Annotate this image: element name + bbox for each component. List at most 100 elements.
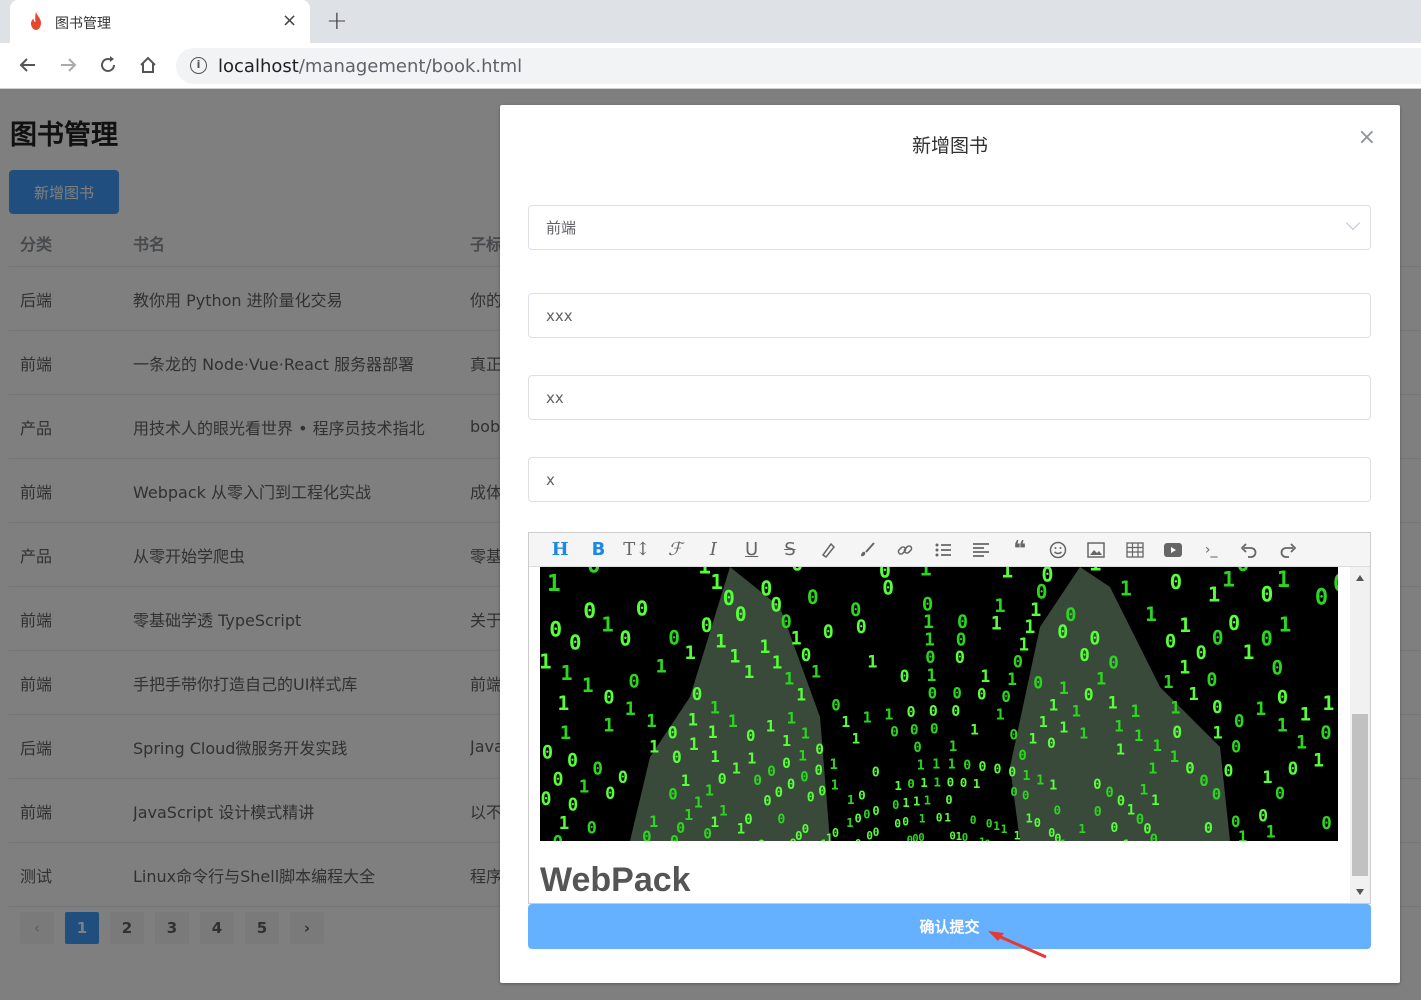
list-icon[interactable] (924, 533, 962, 567)
editor-content[interactable]: 0000100010001110101001100000100111000001… (529, 567, 1350, 903)
svg-text:0: 0 (1041, 567, 1053, 586)
font-family-icon[interactable]: ℱ (656, 533, 694, 567)
svg-text:1: 1 (1114, 717, 1123, 736)
svg-text:0: 0 (668, 627, 680, 650)
svg-text:0: 0 (1275, 784, 1285, 804)
svg-text:1: 1 (944, 812, 951, 825)
svg-text:1: 1 (1014, 830, 1021, 841)
brush-icon[interactable] (847, 533, 885, 567)
address-bar[interactable]: i localhost/management/book.html (176, 48, 1421, 84)
svg-text:0: 0 (815, 742, 824, 758)
svg-text:0: 0 (1199, 771, 1208, 790)
subtitle-input[interactable]: xx (528, 375, 1371, 420)
underline-icon[interactable]: U (732, 533, 770, 567)
svg-text:1: 1 (1179, 658, 1190, 679)
svg-text:1: 1 (1188, 685, 1199, 705)
svg-text:1: 1 (833, 567, 846, 569)
svg-text:0: 0 (873, 826, 880, 839)
code-icon[interactable]: ›_ (1192, 533, 1230, 567)
svg-text:0: 0 (951, 702, 960, 720)
info-icon[interactable]: i (190, 57, 207, 74)
svg-text:0: 0 (753, 773, 762, 789)
svg-text:0: 0 (977, 685, 986, 704)
svg-text:0: 0 (879, 567, 891, 582)
svg-text:1: 1 (1170, 699, 1180, 719)
svg-text:0: 0 (603, 686, 614, 708)
svg-text:1: 1 (603, 715, 614, 736)
svg-text:1: 1 (1208, 583, 1221, 607)
svg-text:0: 0 (791, 567, 804, 575)
scroll-up-icon[interactable] (1356, 575, 1364, 581)
chevron-down-icon (1345, 215, 1361, 231)
svg-text:0: 0 (1231, 737, 1241, 757)
svg-text:0: 0 (636, 597, 649, 621)
bold-icon[interactable]: B (579, 533, 617, 567)
svg-text:1: 1 (1047, 567, 1060, 569)
svg-text:0: 0 (763, 793, 771, 809)
dialog-close-icon[interactable]: × (1358, 125, 1376, 150)
svg-text:0: 0 (1140, 567, 1153, 568)
flame-icon (31, 12, 41, 30)
reload-icon[interactable] (96, 53, 120, 77)
new-tab-button[interactable]: + (326, 6, 348, 36)
author-input[interactable]: x (528, 457, 1371, 502)
svg-text:1: 1 (708, 723, 718, 742)
svg-text:1: 1 (1019, 635, 1030, 655)
table-icon[interactable] (1115, 533, 1153, 567)
url-path: /management/book.html (298, 56, 523, 77)
svg-text:0: 0 (802, 821, 810, 836)
redo-icon[interactable] (1269, 533, 1307, 567)
svg-text:0: 0 (1228, 611, 1240, 635)
editor-scrollbar[interactable] (1350, 567, 1370, 903)
link-icon[interactable] (886, 533, 924, 567)
back-icon[interactable] (16, 53, 40, 77)
emoji-icon[interactable] (1039, 533, 1077, 567)
svg-text:0: 0 (744, 812, 752, 828)
svg-text:1: 1 (973, 776, 981, 791)
tab-close-icon[interactable]: × (282, 10, 297, 31)
font-size-icon[interactable]: T↕ (618, 533, 656, 567)
home-icon[interactable] (136, 53, 160, 77)
highlight-icon[interactable] (809, 533, 847, 567)
svg-text:0: 0 (823, 622, 834, 643)
book-name-input[interactable]: xxx (528, 293, 1371, 338)
heading-icon[interactable]: H (541, 533, 579, 567)
url-text: localhost/management/book.html (218, 56, 522, 77)
submit-button[interactable]: 确认提交 (528, 904, 1371, 949)
forward-icon[interactable] (56, 53, 80, 77)
italic-icon[interactable]: I (694, 533, 732, 567)
image-icon[interactable] (1077, 533, 1115, 567)
svg-text:0: 0 (960, 775, 968, 790)
svg-text:1: 1 (1145, 603, 1157, 626)
svg-text:0: 0 (832, 826, 839, 840)
svg-text:0: 0 (956, 631, 967, 651)
svg-text:0: 0 (782, 756, 791, 772)
browser-tab[interactable]: 图书管理 × (10, 0, 310, 43)
align-icon[interactable] (962, 533, 1000, 567)
svg-text:1: 1 (1127, 802, 1135, 818)
svg-text:0: 0 (1170, 570, 1183, 594)
svg-text:0: 0 (928, 683, 937, 702)
strikethrough-icon[interactable]: S (771, 533, 809, 567)
rich-text-editor: H B T↕ ℱ I U S ❝ ›_ 0 0 0 1 0 0 1 0 0 1 … (528, 532, 1371, 904)
undo-icon[interactable] (1230, 533, 1268, 567)
svg-text:1: 1 (625, 699, 636, 720)
scroll-down-icon[interactable] (1356, 889, 1364, 895)
svg-text:0: 0 (1315, 585, 1328, 610)
svg-text:0: 0 (1261, 626, 1273, 650)
svg-text:1: 1 (811, 663, 821, 683)
svg-text:0: 0 (872, 765, 880, 780)
svg-text:1: 1 (766, 717, 775, 736)
svg-text:1: 1 (948, 758, 956, 773)
svg-text:1: 1 (772, 654, 783, 674)
scrollbar-thumb[interactable] (1352, 714, 1368, 876)
svg-text:0: 0 (1117, 793, 1125, 809)
svg-text:0: 0 (541, 789, 552, 810)
quote-icon[interactable]: ❝ (1001, 533, 1039, 567)
svg-text:0: 0 (701, 614, 713, 637)
svg-text:1: 1 (1238, 827, 1247, 841)
category-select[interactable]: 前端 (528, 205, 1371, 250)
svg-text:0: 0 (1333, 571, 1338, 597)
video-icon[interactable] (1154, 533, 1192, 567)
book-name-value: xxx (546, 306, 573, 325)
